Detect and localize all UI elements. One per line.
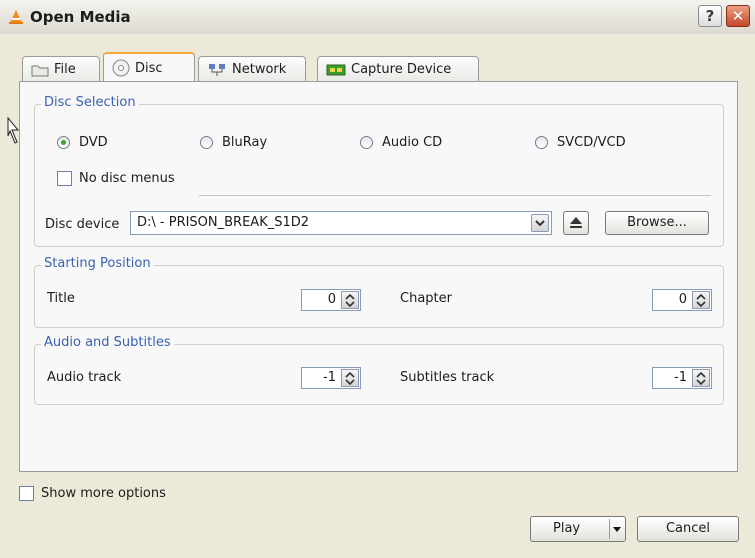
folder-icon (31, 65, 49, 76)
cancel-button[interactable]: Cancel (637, 516, 739, 542)
play-button[interactable]: Play (530, 516, 626, 542)
no-disc-menus-checkbox[interactable]: No disc menus (57, 171, 175, 186)
disc-device-value: D:\ - PRISON_BREAK_S1D2 (137, 215, 310, 230)
radio-dvd-indicator (57, 136, 70, 149)
tab-network-label: Network (232, 62, 287, 77)
eject-button[interactable] (563, 211, 589, 235)
radio-bluray-indicator (200, 136, 213, 149)
chevron-down-icon[interactable] (531, 214, 549, 232)
radio-bluray-label: BluRay (222, 135, 268, 150)
help-button[interactable]: ? (698, 5, 722, 27)
title-value: 0 (327, 292, 336, 307)
spin-arrows-icon[interactable] (341, 291, 359, 309)
tab-panel: Disc Selection DVD BluRay Audio CD SVCD/… (19, 81, 738, 472)
vlc-cone-icon (9, 10, 23, 24)
title-label: Title (47, 291, 75, 306)
chevron-down-icon[interactable] (611, 523, 623, 535)
radio-dvd-label: DVD (79, 135, 108, 150)
title-bar: Open Media ? ✕ (0, 0, 755, 34)
disc-icon (112, 59, 130, 77)
radio-svcd-vcd-label: SVCD/VCD (557, 135, 626, 150)
chapter-spinbox[interactable]: 0 (652, 289, 712, 311)
spin-arrows-icon[interactable] (692, 291, 710, 309)
subtitles-track-label: Subtitles track (400, 370, 495, 385)
close-button[interactable]: ✕ (726, 5, 750, 27)
play-button-divider (609, 519, 610, 539)
starting-position-group: Starting Position Title 0 Chapter 0 (34, 256, 724, 328)
radio-bluray[interactable]: BluRay (200, 135, 267, 150)
disc-selection-title: Disc Selection (41, 95, 139, 110)
no-disc-menus-box (57, 171, 72, 186)
disc-device-combo[interactable]: D:\ - PRISON_BREAK_S1D2 (130, 211, 552, 235)
radio-svcd-vcd[interactable]: SVCD/VCD (535, 135, 626, 150)
window-title: Open Media (30, 8, 131, 26)
tab-disc[interactable]: Disc (103, 52, 195, 82)
chapter-label: Chapter (400, 291, 452, 306)
tab-file[interactable]: File (22, 56, 100, 82)
title-spinbox[interactable]: 0 (301, 289, 361, 311)
spin-arrows-icon[interactable] (341, 369, 359, 387)
audio-track-label: Audio track (47, 370, 122, 385)
radio-audio-cd-label: Audio CD (382, 135, 443, 150)
subtitles-track-spinbox[interactable]: -1 (652, 367, 712, 389)
audio-subtitles-title: Audio and Subtitles (41, 335, 174, 350)
play-button-label: Play (553, 521, 581, 536)
audio-track-value: -1 (323, 370, 336, 385)
show-more-options-box (19, 486, 34, 501)
no-disc-menus-label: No disc menus (79, 171, 175, 186)
show-more-options-label: Show more options (41, 486, 166, 501)
chapter-value: 0 (678, 292, 687, 307)
audio-subtitles-group: Audio and Subtitles Audio track -1 Subti… (34, 335, 724, 405)
starting-position-title: Starting Position (41, 256, 154, 271)
tab-disc-label: Disc (135, 60, 163, 76)
capture-card-icon (326, 64, 346, 75)
spin-arrows-icon[interactable] (692, 369, 710, 387)
tab-capture-device-label: Capture Device (351, 62, 452, 77)
radio-audio-cd-indicator (360, 136, 373, 149)
audio-track-spinbox[interactable]: -1 (301, 367, 361, 389)
browse-button[interactable]: Browse... (605, 211, 709, 235)
radio-dvd[interactable]: DVD (57, 135, 108, 150)
show-more-options-checkbox[interactable]: Show more options (19, 486, 166, 501)
mouse-cursor-icon (7, 116, 20, 144)
radio-svcd-vcd-indicator (535, 136, 548, 149)
subtitles-track-value: -1 (674, 370, 687, 385)
tab-network[interactable]: Network (198, 56, 306, 82)
tab-capture-device[interactable]: Capture Device (317, 56, 479, 82)
disc-selection-group: Disc Selection DVD BluRay Audio CD SVCD/… (34, 95, 724, 247)
tab-file-label: File (54, 62, 76, 77)
eject-icon (570, 217, 582, 228)
radio-audio-cd[interactable]: Audio CD (360, 135, 442, 150)
divider (199, 195, 711, 196)
disc-device-label: Disc device (45, 217, 120, 232)
network-icon (209, 63, 225, 76)
